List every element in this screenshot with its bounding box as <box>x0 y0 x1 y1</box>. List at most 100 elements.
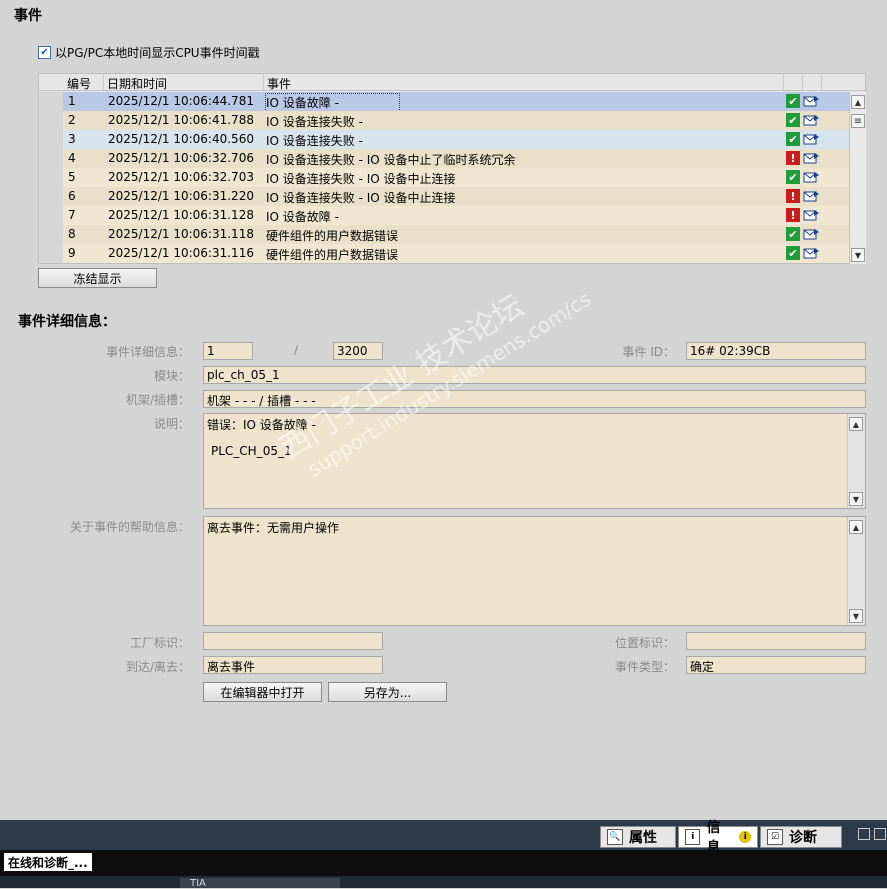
row-gutter[interactable] <box>39 225 63 244</box>
row-event: IO 设备故障 - <box>266 210 339 224</box>
event-id-field[interactable]: 16# 02:39CB <box>686 342 866 360</box>
row-event: IO 设备连接失败 - <box>266 115 363 129</box>
detail-label: 事件详细信息： <box>105 345 190 359</box>
acknowledge-icon[interactable] <box>803 133 820 145</box>
row-gutter[interactable] <box>39 206 63 225</box>
rack-slot-field[interactable]: 机架 - - - / 插槽 - - - <box>203 390 866 408</box>
help-scrollbar[interactable]: ▲ ▼ <box>847 517 865 625</box>
table-row[interactable]: 6 2025/12/1 10:06:31.220 IO 设备连接失败 - IO 设备… <box>39 187 849 206</box>
row-datetime: 2025/12/1 10:06:32.703 <box>108 170 254 184</box>
acknowledge-icon[interactable] <box>803 114 820 126</box>
acknowledge-icon[interactable] <box>803 228 820 240</box>
description-line2: PLC_CH_05_1 <box>211 444 292 458</box>
acknowledge-icon[interactable] <box>803 171 820 183</box>
scroll-up-icon[interactable]: ▲ <box>849 520 863 534</box>
row-gutter[interactable] <box>39 111 63 130</box>
table-row[interactable]: 2 2025/12/1 10:06:41.788 IO 设备连接失败 - ✔ <box>39 111 849 130</box>
row-event: IO 设备连接失败 - IO 设备中止连接 <box>266 172 456 186</box>
taskbar-strip <box>0 876 887 888</box>
row-event: IO 设备连接失败 - <box>266 134 363 148</box>
scroll-thumb-icon[interactable]: ≡ <box>851 114 865 128</box>
event-id-label: 事件 ID： <box>622 345 675 359</box>
restore-icon[interactable] <box>858 828 870 840</box>
rack-slot-label: 机架/插槽： <box>125 393 190 407</box>
tab-info[interactable]: i 信息 i <box>678 820 758 856</box>
location-id-label: 位置标识： <box>614 636 675 650</box>
event-table-body: 1 2025/12/1 10:06:44.781 IO 设备故障 - ✔ 2 2025/1… <box>39 92 849 263</box>
status-ok-icon: ✔ <box>786 132 800 146</box>
freeze-display-button[interactable]: 冻结显示 <box>38 268 157 288</box>
event-table: 编号 日期和时间 事件 1 2025/12/1 10:06:44.781 IO 设备… <box>38 73 866 264</box>
table-row[interactable]: 4 2025/12/1 10:06:32.706 IO 设备连接失败 - IO 设备… <box>39 149 849 168</box>
row-gutter[interactable] <box>39 187 63 206</box>
table-row[interactable]: 5 2025/12/1 10:06:32.703 IO 设备连接失败 - IO 设备… <box>39 168 849 187</box>
table-row[interactable]: 8 2025/12/1 10:06:31.118 硬件组件的用户数据错误 ✔ <box>39 225 849 244</box>
local-time-checkbox-row[interactable]: 以PG/PC本地时间显示CPU事件时间戳 <box>38 44 260 61</box>
status-ok-icon: ✔ <box>786 227 800 241</box>
coming-going-field[interactable]: 离去事件 <box>203 656 383 674</box>
help-text: 离去事件：无需用户操作 <box>207 521 340 535</box>
section-title-events: 事件 <box>14 8 42 24</box>
description-scrollbar[interactable]: ▲ ▼ <box>847 414 865 508</box>
table-row[interactable]: 9 2025/12/1 10:06:31.116 硬件组件的用户数据错误 ✔ <box>39 244 849 263</box>
location-id-field[interactable] <box>686 632 866 650</box>
scroll-down-icon[interactable]: ▼ <box>849 492 863 506</box>
acknowledge-icon[interactable] <box>803 190 820 202</box>
header-separator <box>783 74 784 90</box>
event-type-field[interactable]: 确定 <box>686 656 866 674</box>
row-gutter[interactable] <box>39 130 63 149</box>
row-datetime: 2025/12/1 10:06:32.706 <box>108 151 254 165</box>
acknowledge-icon[interactable] <box>803 247 820 259</box>
scroll-down-icon[interactable]: ▼ <box>849 609 863 623</box>
plant-id-label: 工厂标识： <box>129 636 190 650</box>
row-gutter[interactable] <box>39 244 63 263</box>
status-ok-icon: ✔ <box>786 246 800 260</box>
header-event[interactable]: 事件 <box>267 75 291 92</box>
event-table-scrollbar[interactable]: ▲ ≡ ▼ <box>849 92 866 264</box>
table-row[interactable]: 3 2025/12/1 10:06:40.560 IO 设备连接失败 - ✔ <box>39 130 849 149</box>
properties-icon: 🔍 <box>607 829 623 845</box>
info-badge-icon: i <box>739 831 752 843</box>
row-number: 9 <box>68 246 76 260</box>
taskbar-tia-tab[interactable]: TIA <box>180 878 340 889</box>
tab-diagnostics[interactable]: ☑ 诊断 <box>760 826 842 848</box>
header-datetime[interactable]: 日期和时间 <box>107 75 167 92</box>
table-row[interactable]: 7 2025/12/1 10:06:31.128 IO 设备故障 -! <box>39 206 849 225</box>
row-gutter[interactable] <box>39 168 63 187</box>
description-area[interactable]: 错误：IO 设备故障 - PLC_CH_05_1 ▲ ▼ <box>203 413 866 509</box>
row-datetime: 2025/12/1 10:06:31.220 <box>108 189 254 203</box>
detail-index-field[interactable]: 1 <box>203 342 253 360</box>
acknowledge-icon[interactable] <box>803 152 820 164</box>
row-event: IO 设备连接失败 - IO 设备中止了临时系统冗余 <box>266 153 516 167</box>
module-field[interactable]: plc_ch_05_1 <box>203 366 866 384</box>
local-time-checkbox-label: 以PG/PC本地时间显示CPU事件时间戳 <box>55 46 260 60</box>
status-error-icon: ! <box>786 208 800 222</box>
row-number: 8 <box>68 227 76 241</box>
status-error-icon: ! <box>786 189 800 203</box>
acknowledge-icon[interactable] <box>803 209 820 221</box>
maximize-icon[interactable] <box>874 828 886 840</box>
row-datetime: 2025/12/1 10:06:31.118 <box>108 227 254 241</box>
detail-separator: / <box>293 343 299 357</box>
header-number[interactable]: 编号 <box>67 75 91 92</box>
row-gutter[interactable] <box>39 149 63 168</box>
plant-id-field[interactable] <box>203 632 383 650</box>
description-line1: 错误：IO 设备故障 - <box>207 418 316 432</box>
row-datetime: 2025/12/1 10:06:40.560 <box>108 132 254 146</box>
row-number: 7 <box>68 208 76 222</box>
taskbar-item-online-diagnostics[interactable]: 在线和诊断_... <box>4 853 92 871</box>
tab-properties[interactable]: 🔍 属性 <box>600 826 676 848</box>
row-gutter[interactable] <box>39 92 63 111</box>
event-type-label: 事件类型： <box>614 660 675 674</box>
scroll-up-icon[interactable]: ▲ <box>851 95 865 109</box>
open-in-editor-button[interactable]: 在编辑器中打开 <box>203 682 322 702</box>
scroll-down-icon[interactable]: ▼ <box>851 248 865 262</box>
acknowledge-icon[interactable] <box>803 95 820 107</box>
local-time-checkbox[interactable] <box>38 46 51 59</box>
help-area[interactable]: 离去事件：无需用户操作 ▲ ▼ <box>203 516 866 626</box>
scroll-up-icon[interactable]: ▲ <box>849 417 863 431</box>
table-row[interactable]: 1 2025/12/1 10:06:44.781 IO 设备故障 - ✔ <box>39 92 849 112</box>
detail-total-field[interactable]: 3200 <box>333 342 383 360</box>
save-as-button[interactable]: 另存为... <box>328 682 447 702</box>
header-separator <box>263 74 264 90</box>
